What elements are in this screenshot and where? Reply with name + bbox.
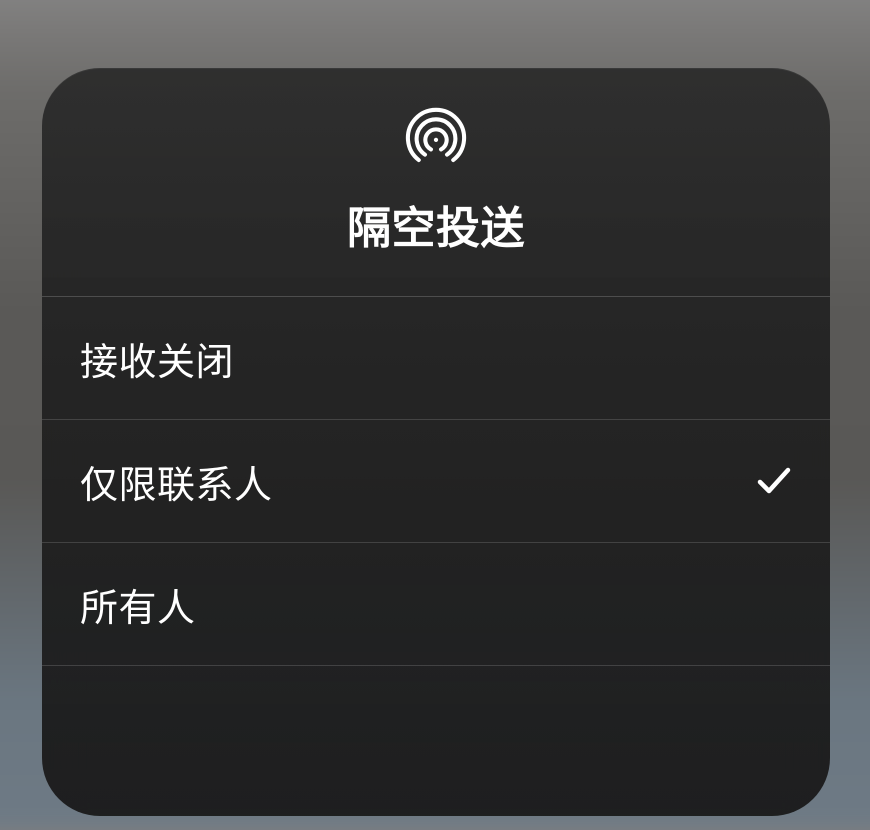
option-receiving-off[interactable]: 接收关闭 <box>42 297 830 420</box>
option-label: 仅限联系人 <box>80 454 273 509</box>
option-contacts-only[interactable]: 仅限联系人 <box>42 420 830 543</box>
option-label: 所有人 <box>80 577 196 632</box>
panel-title: 隔空投送 <box>347 192 525 256</box>
checkmark-icon <box>756 463 792 499</box>
airdrop-icon <box>405 106 467 168</box>
option-label: 接收关闭 <box>80 331 234 386</box>
panel-header: 隔空投送 <box>42 68 830 297</box>
option-everyone[interactable]: 所有人 <box>42 543 830 666</box>
airdrop-panel: 隔空投送 接收关闭 仅限联系人 所有人 <box>42 68 830 816</box>
options-list: 接收关闭 仅限联系人 所有人 <box>42 297 830 666</box>
